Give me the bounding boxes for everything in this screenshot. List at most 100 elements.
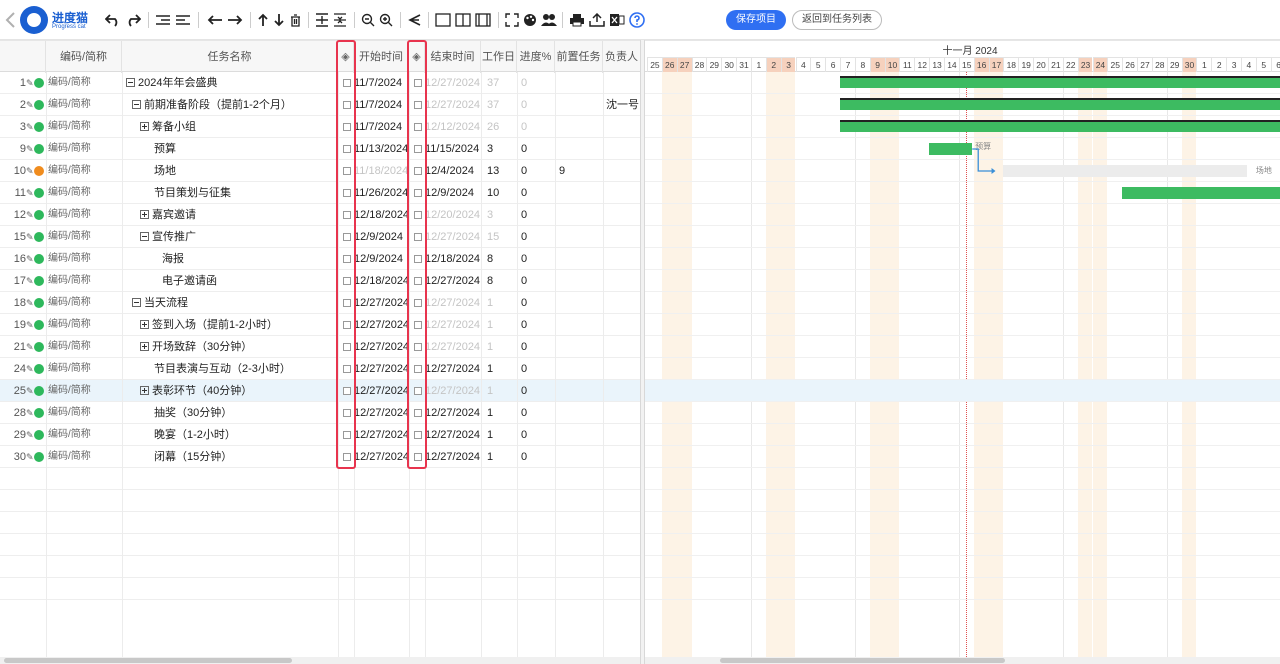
- predecessor-cell[interactable]: [559, 336, 599, 358]
- start-date-cell[interactable]: 12/27/2024: [354, 314, 412, 336]
- col-name-header[interactable]: 任务名称: [122, 41, 338, 73]
- progress-cell[interactable]: 0: [521, 314, 551, 336]
- workdays-cell[interactable]: 13: [487, 160, 517, 182]
- progress-cell[interactable]: 0: [521, 358, 551, 380]
- predecessor-cell[interactable]: [559, 94, 599, 116]
- delete-icon[interactable]: [288, 9, 302, 31]
- end-date-cell[interactable]: 12/27/2024: [425, 380, 483, 402]
- predecessor-cell[interactable]: [559, 314, 599, 336]
- progress-cell[interactable]: 0: [521, 160, 551, 182]
- start-date-cell[interactable]: 12/27/2024: [354, 336, 412, 358]
- predecessor-cell[interactable]: [559, 182, 599, 204]
- progress-cell[interactable]: 0: [521, 204, 551, 226]
- grid-scroll-thumb[interactable]: [4, 658, 292, 663]
- col-progress-header[interactable]: 进度%: [517, 41, 555, 73]
- edit-pencil-icon[interactable]: ✎: [26, 292, 34, 314]
- end-date-cell[interactable]: 12/27/2024: [425, 292, 483, 314]
- indent-icon[interactable]: [174, 9, 192, 31]
- code-cell[interactable]: 编码/简称: [48, 380, 120, 402]
- code-cell[interactable]: 编码/简称: [48, 116, 120, 138]
- back-chevron-icon[interactable]: [4, 11, 18, 29]
- workdays-cell[interactable]: 1: [487, 446, 517, 468]
- table-row[interactable]: 29 ✎ 编码/简称 晚宴（1-2小时） 12/27/2024 12/27/20…: [0, 424, 640, 446]
- table-row[interactable]: 15 ✎ 编码/简称 宣传推广 12/9/2024 12/27/2024 15 …: [0, 226, 640, 248]
- end-date-cell[interactable]: 12/4/2024: [425, 160, 483, 182]
- predecessor-cell[interactable]: [559, 138, 599, 160]
- layout-split-icon[interactable]: [454, 9, 472, 31]
- table-row[interactable]: 19 ✎ 编码/简称 签到入场（提前1-2小时） 12/27/2024 12/2…: [0, 314, 640, 336]
- workdays-cell[interactable]: 8: [487, 248, 517, 270]
- progress-cell[interactable]: 0: [521, 292, 551, 314]
- save-project-button[interactable]: 保存项目: [726, 10, 786, 30]
- task-name-cell[interactable]: 场地: [122, 160, 338, 182]
- code-cell[interactable]: 编码/简称: [48, 204, 120, 226]
- owner-cell[interactable]: [606, 402, 640, 424]
- move-up-icon[interactable]: [256, 9, 270, 31]
- end-date-cell[interactable]: 12/12/2024: [425, 116, 483, 138]
- predecessor-cell[interactable]: [559, 424, 599, 446]
- owner-cell[interactable]: [606, 138, 640, 160]
- workdays-cell[interactable]: 8: [487, 270, 517, 292]
- end-date-cell[interactable]: 11/15/2024: [425, 138, 483, 160]
- col-code-header[interactable]: 编码/简称: [46, 41, 122, 73]
- code-cell[interactable]: 编码/简称: [48, 446, 120, 468]
- table-row[interactable]: 18 ✎ 编码/简称 当天流程 12/27/2024 12/27/2024 1 …: [0, 292, 640, 314]
- owner-cell[interactable]: [606, 424, 640, 446]
- owner-cell[interactable]: [606, 182, 640, 204]
- edit-pencil-icon[interactable]: ✎: [26, 358, 34, 380]
- edit-pencil-icon[interactable]: ✎: [26, 270, 34, 292]
- workdays-cell[interactable]: 3: [487, 138, 517, 160]
- table-row[interactable]: 24 ✎ 编码/简称 节目表演与互动（2-3小时） 12/27/2024 12/…: [0, 358, 640, 380]
- code-cell[interactable]: 编码/简称: [48, 314, 120, 336]
- code-cell[interactable]: 编码/简称: [48, 270, 120, 292]
- table-row[interactable]: 11 ✎ 编码/简称 节目策划与征集 11/26/2024 12/9/2024 …: [0, 182, 640, 204]
- owner-cell[interactable]: [606, 292, 640, 314]
- code-cell[interactable]: 编码/简称: [48, 248, 120, 270]
- code-cell[interactable]: 编码/简称: [48, 226, 120, 248]
- predecessor-cell[interactable]: [559, 270, 599, 292]
- end-date-cell[interactable]: 12/27/2024: [425, 446, 483, 468]
- move-right-icon[interactable]: [226, 9, 244, 31]
- end-date-cell[interactable]: 12/27/2024: [425, 336, 483, 358]
- workdays-cell[interactable]: 26: [487, 116, 517, 138]
- start-date-cell[interactable]: 12/27/2024: [354, 292, 412, 314]
- excel-icon[interactable]: [608, 9, 626, 31]
- progress-cell[interactable]: 0: [521, 270, 551, 292]
- grid-horizontal-scrollbar[interactable]: [0, 657, 640, 664]
- collapse-toggle-icon[interactable]: [140, 232, 149, 241]
- edit-pencil-icon[interactable]: ✎: [26, 204, 34, 226]
- move-down-icon[interactable]: [272, 9, 286, 31]
- table-row[interactable]: 30 ✎ 编码/简称 闭幕（15分钟） 12/27/2024 12/27/202…: [0, 446, 640, 468]
- progress-cell[interactable]: 0: [521, 446, 551, 468]
- progress-cell[interactable]: 0: [521, 138, 551, 160]
- predecessor-cell[interactable]: [559, 226, 599, 248]
- owner-cell[interactable]: [606, 160, 640, 182]
- workdays-cell[interactable]: 3: [487, 204, 517, 226]
- back-to-task-list-button[interactable]: 返回到任务列表: [792, 10, 882, 30]
- start-date-cell[interactable]: 11/7/2024: [354, 72, 412, 94]
- start-date-cell[interactable]: 11/7/2024: [354, 94, 412, 116]
- start-date-cell[interactable]: 12/27/2024: [354, 424, 412, 446]
- start-date-cell[interactable]: 11/7/2024: [354, 116, 412, 138]
- predecessor-cell[interactable]: 9: [559, 160, 599, 182]
- expand-toggle-icon[interactable]: [140, 122, 149, 131]
- task-name-cell[interactable]: 预算: [122, 138, 338, 160]
- task-name-cell[interactable]: 宣传推广: [122, 226, 338, 248]
- code-cell[interactable]: 编码/简称: [48, 292, 120, 314]
- collapse-toggle-icon[interactable]: [132, 100, 141, 109]
- task-name-cell[interactable]: 前期准备阶段（提前1-2个月）: [122, 94, 338, 116]
- collapse-all-icon[interactable]: [332, 9, 348, 31]
- owner-cell[interactable]: [606, 226, 640, 248]
- outdent-icon[interactable]: [154, 9, 172, 31]
- table-row[interactable]: 25 ✎ 编码/简称 表彰环节（40分钟） 12/27/2024 12/27/2…: [0, 380, 640, 402]
- table-row[interactable]: 2 ✎ 编码/简称 前期准备阶段（提前1-2个月） 11/7/2024 12/2…: [0, 94, 640, 116]
- predecessor-cell[interactable]: [559, 116, 599, 138]
- edit-pencil-icon[interactable]: ✎: [26, 402, 34, 424]
- start-date-cell[interactable]: 11/13/2024: [354, 138, 412, 160]
- edit-pencil-icon[interactable]: ✎: [26, 226, 34, 248]
- start-date-cell[interactable]: 12/27/2024: [354, 380, 412, 402]
- predecessor-cell[interactable]: [559, 380, 599, 402]
- edit-pencil-icon[interactable]: ✎: [26, 446, 34, 468]
- table-row[interactable]: 9 ✎ 编码/简称 预算 11/13/2024 11/15/2024 3 0: [0, 138, 640, 160]
- owner-cell[interactable]: [606, 336, 640, 358]
